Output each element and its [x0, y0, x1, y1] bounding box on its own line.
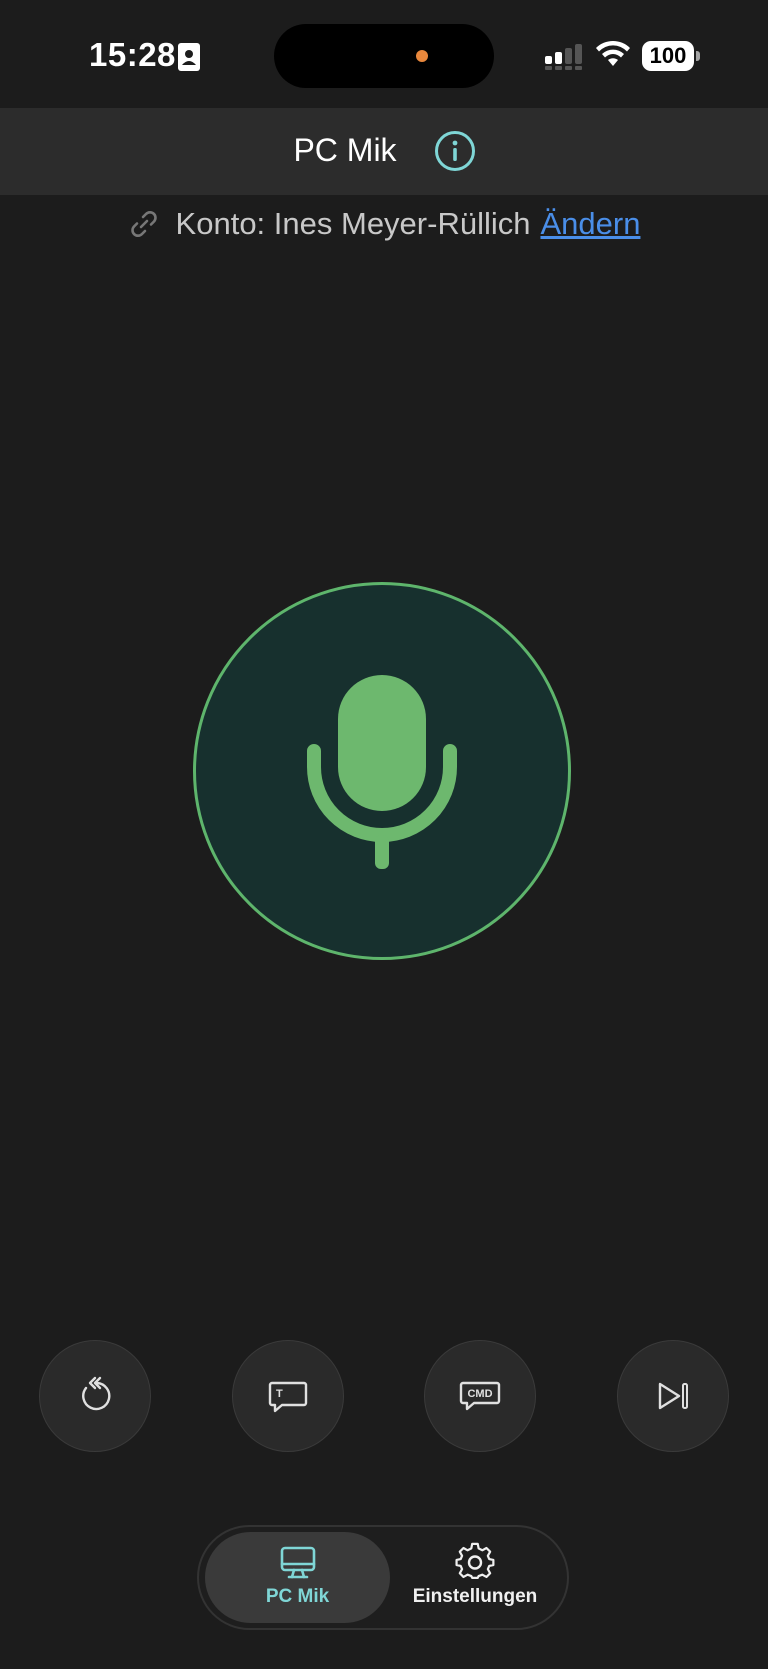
command-message-button[interactable]: CMD	[424, 1340, 536, 1452]
account-label: Konto: Ines Meyer-Rüllich	[175, 206, 531, 241]
skip-next-icon	[658, 1382, 688, 1410]
command-message-icon: CMD	[459, 1381, 501, 1411]
skip-next-button[interactable]	[617, 1340, 729, 1452]
text-message-button[interactable]: T	[232, 1340, 344, 1452]
status-bar: 15:28 100	[0, 0, 768, 108]
cmd-badge: CMD	[467, 1388, 492, 1400]
contact-card-icon	[178, 43, 200, 71]
info-icon[interactable]	[434, 130, 476, 172]
wifi-icon	[596, 40, 630, 66]
status-time: 15:28	[89, 36, 176, 73]
microphone-button[interactable]	[193, 582, 571, 960]
tab-label: PC Mik	[265, 1586, 330, 1607]
privacy-indicator-dot	[416, 50, 428, 62]
tab-einstellungen[interactable]: Einstellungen	[389, 1532, 561, 1623]
account-row: Konto: Ines Meyer-Rüllich Ändern	[0, 206, 768, 252]
battery-indicator: 100	[642, 41, 700, 71]
battery-tip	[696, 51, 700, 61]
battery-level: 100	[642, 41, 694, 71]
microphone-icon	[307, 675, 457, 869]
change-account-link[interactable]: Ändern	[540, 206, 640, 242]
undo-button[interactable]	[39, 1340, 151, 1452]
svg-text:T: T	[276, 1388, 283, 1400]
gear-icon	[455, 1542, 495, 1579]
tab-pc-mik[interactable]: PC Mik	[205, 1532, 390, 1623]
monitor-icon	[280, 1546, 315, 1579]
text-message-icon: T	[268, 1381, 308, 1413]
cellular-signal-icon	[545, 44, 582, 70]
app-header: PC Mik	[0, 108, 768, 195]
bottom-tab-bar: PC Mik Einstellungen	[197, 1525, 569, 1630]
page-title: PC Mik	[293, 132, 397, 168]
undo-icon	[82, 1376, 111, 1411]
link-icon	[130, 211, 157, 237]
dynamic-island	[274, 24, 494, 88]
tab-label: Einstellungen	[412, 1586, 538, 1607]
